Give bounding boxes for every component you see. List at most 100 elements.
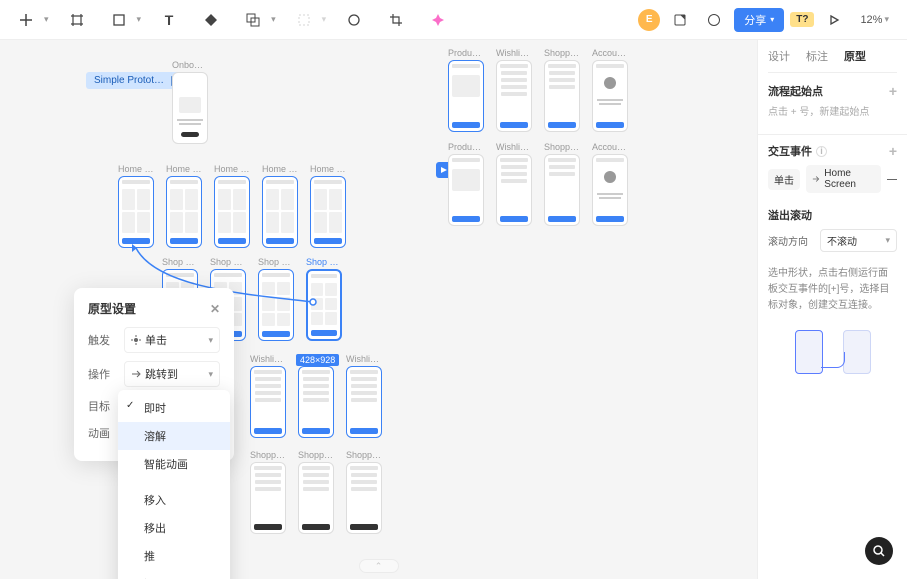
frame-label[interactable]: Home S… [166, 164, 202, 174]
frame-label[interactable]: Home S… [310, 164, 346, 174]
remove-interaction-button[interactable] [887, 179, 897, 180]
frame-home[interactable] [214, 176, 250, 248]
chevron-down-icon[interactable]: ▾ [271, 14, 276, 25]
component-tool[interactable] [197, 6, 225, 34]
tab-annotate[interactable]: 标注 [806, 48, 828, 64]
frame-wishlist[interactable] [250, 366, 286, 438]
frame-label[interactable]: Shop Sc… [258, 257, 294, 267]
interaction-target-pill[interactable]: Home Screen [806, 165, 881, 193]
add-flow-start-button[interactable]: + [889, 83, 897, 99]
crop-tool[interactable] [382, 6, 410, 34]
frame-label[interactable]: Home S… [262, 164, 298, 174]
frame-home[interactable] [310, 176, 346, 248]
overflow-title: 溢出滚动 [768, 207, 812, 223]
frame-label[interactable]: Shop Sc… [306, 257, 342, 267]
action-select[interactable]: 跳转到 ▾ [124, 361, 220, 387]
flow-start-hint: 点击 + 号，新建起始点 [768, 105, 897, 120]
dropdown-item-push[interactable]: 推 [118, 542, 230, 570]
frame-label[interactable]: Shoppin… [544, 142, 580, 152]
frame-shopping[interactable] [544, 154, 580, 226]
frame-label[interactable]: Product … [448, 48, 484, 58]
scroll-direction-select[interactable]: 不滚动▾ [820, 229, 897, 252]
frame-label[interactable]: Shoppin… [346, 450, 382, 460]
dropdown-item-instant[interactable]: 即时 [118, 394, 230, 422]
ai-tool[interactable] [424, 6, 452, 34]
boolean-tool[interactable] [239, 6, 267, 34]
pen-tool[interactable] [290, 6, 318, 34]
frame-shop[interactable] [258, 269, 294, 341]
library-icon[interactable] [666, 6, 694, 34]
frame-label[interactable]: Shoppin… [298, 450, 334, 460]
close-icon[interactable]: ✕ [210, 302, 220, 316]
frame-home[interactable] [118, 176, 154, 248]
frame-label[interactable]: Shoppin… [250, 450, 286, 460]
action-label: 操作 [88, 366, 116, 382]
chevron-down-icon[interactable]: ▾ [137, 14, 142, 25]
trigger-select[interactable]: 单击 ▾ [124, 327, 220, 353]
chevron-down-icon[interactable]: ▾ [322, 14, 327, 25]
frame-wishlist[interactable] [496, 60, 532, 132]
frame-label[interactable]: Shoppin… [544, 48, 580, 58]
interaction-trigger-pill[interactable]: 单击 [768, 169, 800, 190]
flow-start-title: 流程起始点 [768, 83, 823, 99]
frame-home[interactable] [166, 176, 202, 248]
frame-shopping[interactable] [250, 462, 286, 534]
interaction-title: 交互事件 [768, 143, 812, 159]
frame-label[interactable]: Shop Sc… [162, 257, 198, 267]
dropdown-item-smart[interactable]: 智能动画 [118, 450, 230, 478]
frame-label[interactable]: Home S… [118, 164, 154, 174]
frame-label[interactable]: Onboar… [172, 60, 208, 70]
tab-prototype[interactable]: 原型 [844, 48, 866, 64]
frame-label[interactable]: Wishlist … [250, 354, 286, 364]
main-toolbar: ▾ ▾ T ▾ ▾ E 分享▾ T? 12%▾ [0, 0, 907, 40]
frame-shopping[interactable] [544, 60, 580, 132]
add-tool[interactable] [12, 6, 40, 34]
shape-tool[interactable] [105, 6, 133, 34]
navigate-icon [131, 369, 141, 379]
frame-product[interactable] [448, 154, 484, 226]
frame-label[interactable]: Wishlist … [346, 354, 382, 364]
frame-label[interactable]: Home S… [214, 164, 250, 174]
frame-wishlist[interactable] [496, 154, 532, 226]
play-icon[interactable] [820, 6, 848, 34]
frame-label[interactable]: Account … [592, 48, 628, 58]
frame-shopping[interactable] [298, 462, 334, 534]
frame-product[interactable] [448, 60, 484, 132]
frame-label[interactable]: Wishlist … [496, 48, 532, 58]
search-fab[interactable] [865, 537, 893, 565]
dropdown-item-move-in[interactable]: 移入 [118, 486, 230, 514]
interaction-illustration [768, 330, 897, 374]
frame-shopping[interactable] [346, 462, 382, 534]
zoom-control[interactable]: 12%▾ [854, 14, 895, 26]
add-interaction-button[interactable]: + [889, 143, 897, 159]
circle-tool[interactable] [340, 6, 368, 34]
frame-wishlist[interactable] [298, 366, 334, 438]
frame-account[interactable] [592, 60, 628, 132]
frame-label[interactable]: Account … [592, 142, 628, 152]
trial-badge[interactable]: T? [790, 12, 814, 27]
frame-label[interactable]: Wishlist … [496, 142, 532, 152]
tab-design[interactable]: 设计 [768, 48, 790, 64]
dropdown-item-dissolve[interactable]: 溶解 [118, 422, 230, 450]
info-icon[interactable]: i [816, 146, 827, 157]
frame-label[interactable]: Shop Sc… [210, 257, 246, 267]
frame-wishlist[interactable] [346, 366, 382, 438]
design-canvas[interactable]: Simple Protot… Onboar… Product … Wishlis… [0, 40, 757, 579]
frame-label[interactable]: Product … [448, 142, 484, 152]
share-button[interactable]: 分享▾ [734, 8, 784, 32]
dropdown-item-move-out[interactable]: 移出 [118, 514, 230, 542]
chevron-down-icon[interactable]: ▾ [44, 14, 49, 25]
frame-tool[interactable] [63, 6, 91, 34]
user-avatar[interactable]: E [638, 9, 660, 31]
animation-label: 动画 [88, 425, 116, 441]
frame-home[interactable] [262, 176, 298, 248]
frame-shop-selected[interactable] [306, 269, 342, 341]
frame-onboarding[interactable] [172, 72, 208, 144]
frame-account[interactable] [592, 154, 628, 226]
bottom-panel-handle[interactable]: ⌃ [0, 559, 757, 573]
text-tool[interactable]: T [155, 6, 183, 34]
help-icon[interactable] [700, 6, 728, 34]
dropdown-item-slide-in[interactable]: 滑入 [118, 570, 230, 579]
click-icon [131, 335, 141, 345]
interaction-help-text: 选中形状，点击右侧运行面板交互事件的[+]号，选择目标对象，创建交互连接。 [768, 266, 897, 314]
